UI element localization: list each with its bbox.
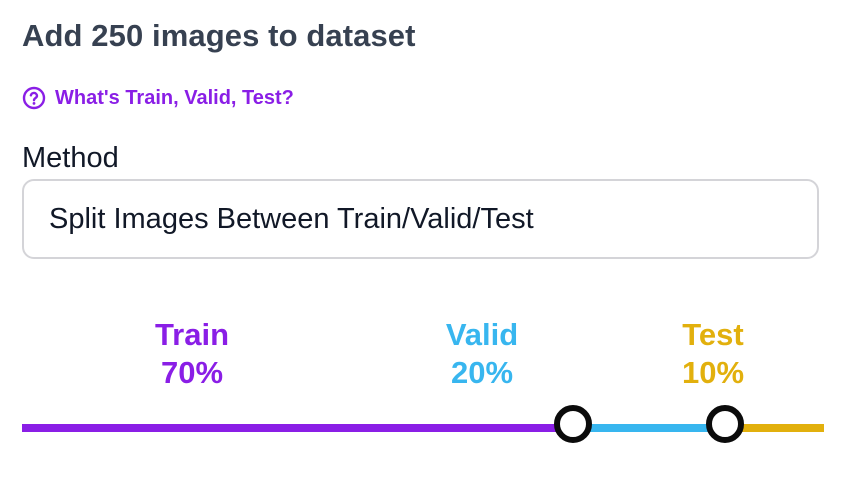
add-images-panel: Add 250 images to dataset What's Train, …: [0, 0, 852, 484]
split-label-test: Test 10%: [643, 316, 783, 392]
split-percent-test: 10%: [681, 354, 745, 390]
method-select[interactable]: Split Images Between Train/Valid/Test: [22, 179, 819, 259]
split-slider-track[interactable]: [22, 424, 824, 432]
slider-segment-valid: [575, 424, 725, 432]
method-selected-value: Split Images Between Train/Valid/Test: [49, 202, 534, 235]
help-link-label: What's Train, Valid, Test?: [55, 86, 294, 109]
split-label-valid: Valid 20%: [412, 316, 552, 392]
method-label: Method: [22, 142, 119, 174]
slider-handle-valid-test[interactable]: [706, 405, 744, 443]
question-circle-icon: [22, 86, 46, 110]
slider-handle-train-valid[interactable]: [554, 405, 592, 443]
page-title: Add 250 images to dataset: [22, 18, 416, 53]
split-label-train: Train 70%: [122, 316, 262, 392]
split-percent-valid: 20%: [450, 354, 514, 390]
help-link[interactable]: What's Train, Valid, Test?: [22, 86, 294, 110]
split-percent-train: 70%: [160, 354, 224, 390]
split-name-test: Test: [682, 317, 744, 352]
split-name-valid: Valid: [445, 317, 519, 352]
slider-segment-train: [22, 424, 575, 432]
split-name-train: Train: [154, 317, 230, 352]
